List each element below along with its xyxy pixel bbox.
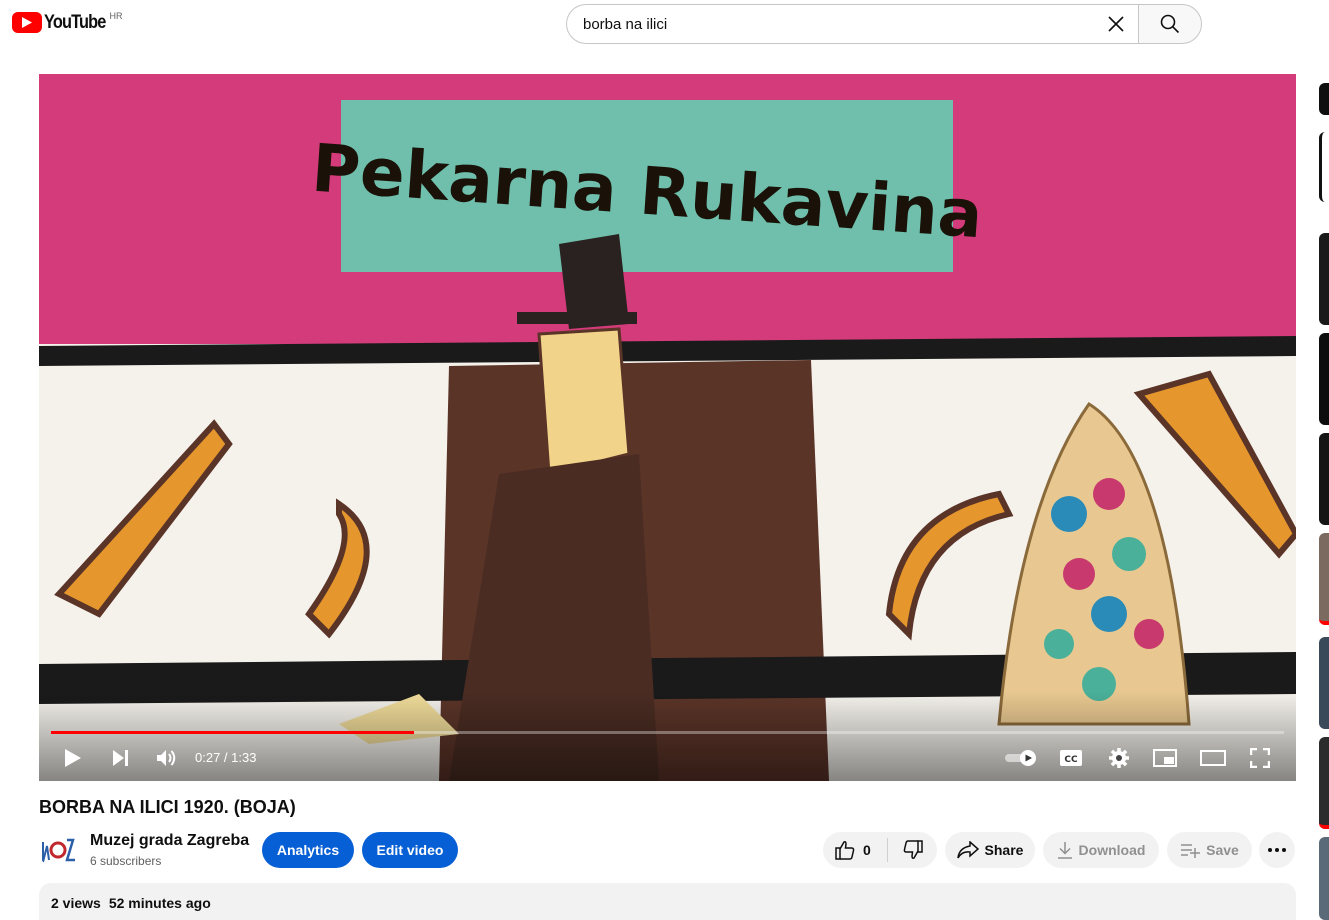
- channel-logo-icon: [39, 830, 79, 870]
- autoplay-icon: [1005, 750, 1036, 766]
- svg-text:CC: CC: [1064, 755, 1078, 765]
- recommendation-thumbnail[interactable]: [1319, 132, 1329, 202]
- like-dislike-group: 0: [823, 832, 937, 868]
- upload-age: 52 minutes ago: [108, 895, 211, 911]
- edit-video-button[interactable]: Edit video: [362, 832, 458, 868]
- play-icon: [65, 749, 81, 767]
- search-button[interactable]: [1138, 4, 1202, 44]
- download-label: Download: [1078, 842, 1146, 858]
- autoplay-toggle[interactable]: [1003, 742, 1041, 774]
- more-horizontal-icon: [1268, 848, 1286, 852]
- video-frame: Pekarna Rukavina: [39, 74, 1296, 781]
- download-button[interactable]: Download: [1043, 832, 1159, 868]
- search-box: [566, 4, 1138, 44]
- search-input[interactable]: [583, 15, 1100, 33]
- subscriber-count: 6 subscribers: [90, 854, 162, 868]
- progress-played: [51, 731, 414, 734]
- more-actions-button[interactable]: [1259, 832, 1295, 868]
- save-button[interactable]: Save: [1167, 832, 1252, 868]
- recommendation-thumbnail[interactable]: [1319, 233, 1329, 325]
- recommendation-thumbnail[interactable]: [1319, 637, 1329, 729]
- share-icon: [956, 841, 979, 859]
- mute-button[interactable]: [151, 742, 183, 774]
- volume-icon: [157, 750, 176, 766]
- gear-icon: [1109, 748, 1129, 768]
- channel-name[interactable]: Muzej grada Zagreba: [90, 832, 249, 850]
- miniplayer-button[interactable]: [1149, 742, 1181, 774]
- close-icon: [1108, 16, 1124, 32]
- logo-wordmark: YouTube: [44, 12, 106, 33]
- youtube-watch-page: YouTube HR Pekarna Rukavina: [0, 0, 1329, 920]
- miniplayer-icon: [1153, 749, 1177, 767]
- save-label: Save: [1206, 842, 1239, 858]
- progress-bar[interactable]: [51, 731, 1284, 734]
- time-current: 0:27: [195, 750, 221, 765]
- analytics-button[interactable]: Analytics: [262, 832, 354, 868]
- skip-next-icon: [113, 750, 128, 766]
- thumbs-down-icon: [903, 840, 923, 859]
- subtitles-button[interactable]: CC: [1055, 742, 1087, 774]
- recommendation-thumbnail[interactable]: [1319, 83, 1329, 115]
- fullscreen-button[interactable]: [1244, 742, 1276, 774]
- like-count: 0: [863, 842, 871, 858]
- search-bar: [566, 4, 1202, 44]
- channel-avatar[interactable]: [39, 830, 79, 870]
- like-button[interactable]: 0: [823, 832, 887, 868]
- video-player[interactable]: Pekarna Rukavina 0:27 / 1:33 CC: [39, 74, 1296, 781]
- settings-button[interactable]: [1103, 742, 1135, 774]
- play-button[interactable]: [57, 742, 89, 774]
- view-count: 2 views: [51, 895, 101, 911]
- video-title: BORBA NA ILICI 1920. (BOJA): [39, 797, 296, 817]
- dislike-button[interactable]: [888, 832, 937, 868]
- search-icon: [1160, 14, 1180, 34]
- theater-mode-icon: [1200, 750, 1226, 766]
- share-button[interactable]: Share: [945, 832, 1035, 868]
- youtube-play-logo-icon: [12, 12, 42, 33]
- country-code: HR: [109, 11, 123, 21]
- time-display: 0:27 / 1:33: [195, 742, 256, 774]
- clear-search-button[interactable]: [1100, 8, 1132, 40]
- recommendation-thumbnail[interactable]: [1319, 737, 1329, 829]
- youtube-logo[interactable]: YouTube HR: [12, 11, 123, 34]
- thumbs-up-icon: [835, 841, 855, 860]
- download-icon: [1057, 842, 1072, 859]
- time-separator: /: [220, 750, 232, 765]
- recommendation-thumbnail[interactable]: [1319, 333, 1329, 425]
- time-total: 1:33: [231, 750, 257, 765]
- recommendation-thumbnail[interactable]: [1319, 837, 1329, 920]
- share-label: Share: [984, 842, 1024, 858]
- recommendation-thumbnail[interactable]: [1319, 433, 1329, 525]
- add-to-playlist-icon: [1181, 844, 1201, 858]
- description-box[interactable]: 2 views 52 minutes ago: [39, 883, 1296, 920]
- recommendation-thumbnail[interactable]: [1319, 533, 1329, 625]
- description-meta: 2 views 52 minutes ago: [51, 895, 1284, 911]
- closed-captions-icon: CC: [1060, 750, 1082, 766]
- theater-mode-button[interactable]: [1197, 742, 1229, 774]
- next-button[interactable]: [105, 742, 137, 774]
- fullscreen-icon: [1250, 748, 1270, 768]
